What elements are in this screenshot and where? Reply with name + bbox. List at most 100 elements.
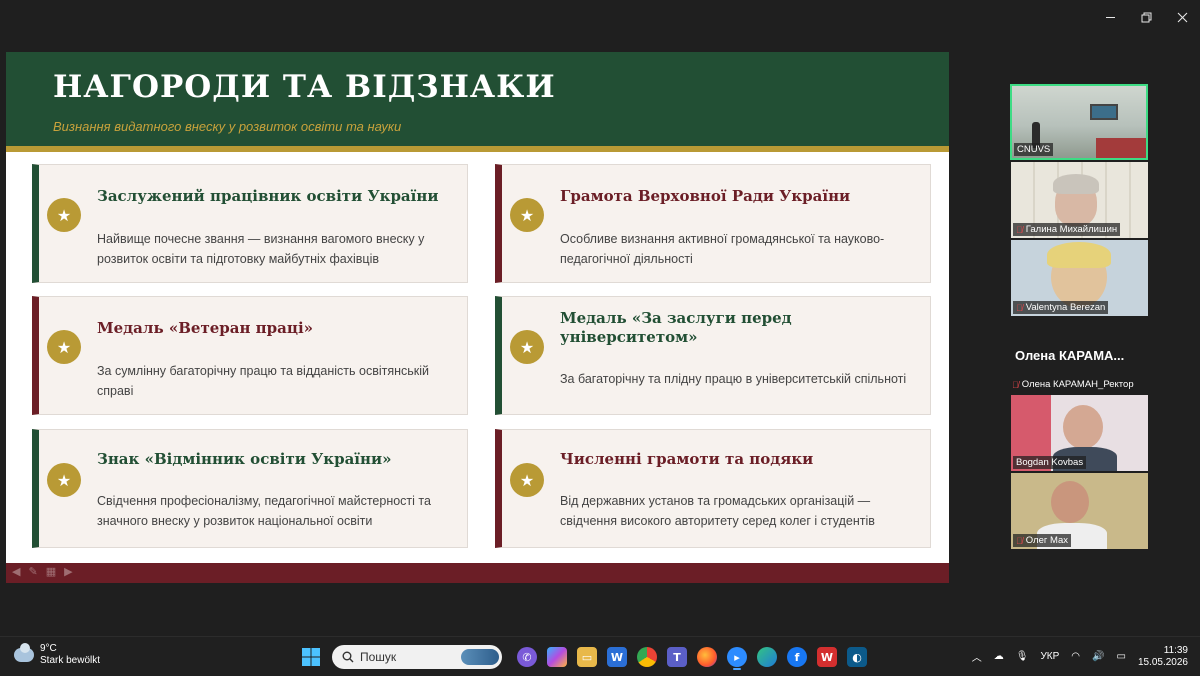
close-button[interactable] — [1164, 0, 1200, 34]
participant-label: 🎙̸ Олег Мах — [1013, 534, 1072, 547]
language-indicator[interactable]: УКР — [1040, 651, 1059, 662]
award-description: Від державних установ та громадських орг… — [560, 494, 875, 528]
system-tray: ︿ ☁ 🎙 УКР ◠ 🔊 ▭ 11:39 15.05.2026 — [966, 637, 1200, 676]
viber-icon[interactable]: ✆ — [517, 647, 537, 667]
restore-icon — [1141, 12, 1151, 22]
shared-slide: НАГОРОДИ ТА ВІДЗНАКИ Визнання видатного … — [6, 52, 949, 583]
person-hair — [1047, 242, 1111, 268]
active-speaker-name: Олена КАРАМА... — [1015, 348, 1125, 363]
star-icon: ★ — [510, 463, 544, 497]
windows-logo-icon — [302, 648, 320, 666]
participant-name: Олена КАРАМАН_Ректор — [1021, 379, 1134, 390]
participant-label: CNUVS — [1014, 143, 1054, 156]
person-face — [1051, 481, 1089, 523]
teams-icon[interactable]: T — [667, 647, 687, 667]
wps-office-icon[interactable]: W — [817, 647, 837, 667]
taskbar: 9°C Stark bewölkt Пошук ✆ ▭ W T ▸ f W ◐ … — [0, 636, 1200, 675]
participant-video[interactable]: 🎙̸ Valentyna Berezan — [1011, 240, 1148, 316]
microphone-icon[interactable]: 🎙 — [1016, 651, 1029, 662]
search-highlight-image — [461, 649, 499, 665]
slides-icon[interactable]: ▦ — [46, 565, 56, 578]
slide-footer — [6, 563, 949, 583]
participant-name: Bogdan Kovbas — [1016, 457, 1084, 468]
participant-video[interactable]: Bogdan Kovbas — [1011, 395, 1148, 471]
star-icon: ★ — [510, 330, 544, 364]
weather-widget[interactable]: 9°C Stark bewölkt — [14, 643, 100, 667]
clock-time: 11:39 — [1163, 644, 1188, 656]
participant-name: Олег Мах — [1025, 535, 1069, 546]
award-description: За багаторічну та плідну працю в універс… — [560, 372, 907, 386]
active-speaker-label: 🎙̸ Олена КАРАМАН_Ректор — [1012, 379, 1134, 390]
gold-divider — [6, 146, 949, 152]
meeting-window: НАГОРОДИ ТА ВІДЗНАКИ Визнання видатного … — [0, 0, 1200, 636]
volume-icon[interactable]: 🔊 — [1092, 651, 1104, 662]
mic-muted-icon: 🎙̸ — [1016, 302, 1023, 313]
award-card: ★ Заслужений працівник освіти України На… — [32, 164, 468, 283]
star-icon: ★ — [47, 330, 81, 364]
close-icon — [1177, 12, 1187, 22]
participant-label: 🎙̸ Галина Михайлишин — [1013, 223, 1121, 236]
weather-temperature: 9°C — [40, 643, 57, 654]
restore-button[interactable] — [1128, 0, 1164, 34]
arrow-left-icon[interactable]: ◀ — [12, 565, 20, 578]
award-title: Грамота Верховної Ради України — [560, 187, 851, 205]
participant-name: Valentyna Berezan — [1025, 302, 1106, 313]
search-placeholder: Пошук — [360, 650, 397, 664]
zoom-icon[interactable]: ▸ — [727, 647, 747, 670]
firefox-icon[interactable] — [697, 647, 717, 667]
onedrive-icon[interactable]: ☁ — [994, 651, 1004, 662]
windows-start-button[interactable] — [301, 647, 321, 667]
clock[interactable]: 11:39 15.05.2026 — [1138, 645, 1188, 669]
award-title: Медаль «За заслуги перед університетом» — [560, 309, 792, 346]
taskbar-search[interactable]: Пошук — [332, 645, 502, 669]
person-face — [1063, 405, 1103, 449]
presentation-tools: ◀ ✎ ▦ ▶ — [12, 565, 73, 578]
participant-video[interactable]: 🎙̸ Галина Михайлишин — [1011, 162, 1148, 238]
slide-subtitle: Визнання видатного внеску у розвиток осв… — [53, 119, 402, 134]
mic-muted-icon: 🎙̸ — [1016, 535, 1023, 546]
cloud-icon — [14, 643, 34, 662]
webex-icon[interactable]: ◐ — [847, 647, 867, 667]
slide-title: НАГОРОДИ ТА ВІДЗНАКИ — [53, 69, 556, 105]
award-title: Численні грамоти та подяки — [560, 450, 814, 468]
search-icon — [342, 651, 354, 663]
person-hair — [1053, 174, 1099, 194]
participant-video[interactable]: 🎙̸ Олег Мах — [1011, 473, 1148, 549]
mic-muted-icon: 🎙̸ — [1016, 224, 1023, 235]
wifi-icon[interactable]: ◠ — [1071, 651, 1080, 662]
battery-icon[interactable]: ▭ — [1116, 651, 1125, 662]
award-card: ★ Медаль «За заслуги перед університетом… — [495, 296, 931, 415]
chrome-icon[interactable] — [637, 647, 657, 667]
edge-icon[interactable] — [757, 647, 777, 667]
participant-name: Галина Михайлишин — [1025, 224, 1118, 235]
table-image — [1096, 138, 1146, 158]
projector-screen-image — [1090, 104, 1118, 120]
facebook-icon[interactable]: f — [787, 647, 807, 667]
arrow-right-icon[interactable]: ▶ — [64, 565, 72, 578]
award-title: Медаль «Ветеран праці» — [97, 319, 314, 337]
window-controls — [1092, 0, 1200, 34]
award-title: Заслужений працівник освіти України — [97, 187, 439, 205]
file-explorer-icon[interactable]: ▭ — [577, 647, 597, 667]
star-icon: ★ — [47, 463, 81, 497]
active-indicator — [733, 668, 741, 670]
star-icon: ★ — [47, 198, 81, 232]
minimize-button[interactable] — [1092, 0, 1128, 34]
weather-description: Stark bewölkt — [40, 655, 101, 666]
award-card: ★ Грамота Верховної Ради України Особлив… — [495, 164, 931, 283]
participant-label: 🎙̸ Valentyna Berezan — [1013, 301, 1109, 314]
award-description: Свідчення професіоналізму, педагогічної … — [97, 494, 431, 528]
chevron-up-icon[interactable]: ︿ — [972, 649, 982, 664]
minimize-icon — [1105, 16, 1115, 18]
word-icon[interactable]: W — [607, 647, 627, 667]
award-card: ★ Медаль «Ветеран праці» За сумлінну баг… — [32, 296, 468, 415]
pen-icon[interactable]: ✎ — [28, 565, 37, 578]
taskbar-apps: Пошук ✆ ▭ W T ▸ f W ◐ — [296, 642, 872, 672]
award-description: Особливе визнання активної громадянської… — [560, 232, 885, 266]
participant-video[interactable]: CNUVS — [1010, 84, 1148, 160]
copilot-icon[interactable] — [547, 647, 567, 667]
slide-header: НАГОРОДИ ТА ВІДЗНАКИ Визнання видатного … — [6, 52, 949, 146]
award-card: ★ Знак «Відмінник освіти України» Свідче… — [32, 429, 468, 548]
clock-date: 15.05.2026 — [1137, 656, 1188, 668]
award-title: Знак «Відмінник освіти України» — [97, 450, 392, 468]
